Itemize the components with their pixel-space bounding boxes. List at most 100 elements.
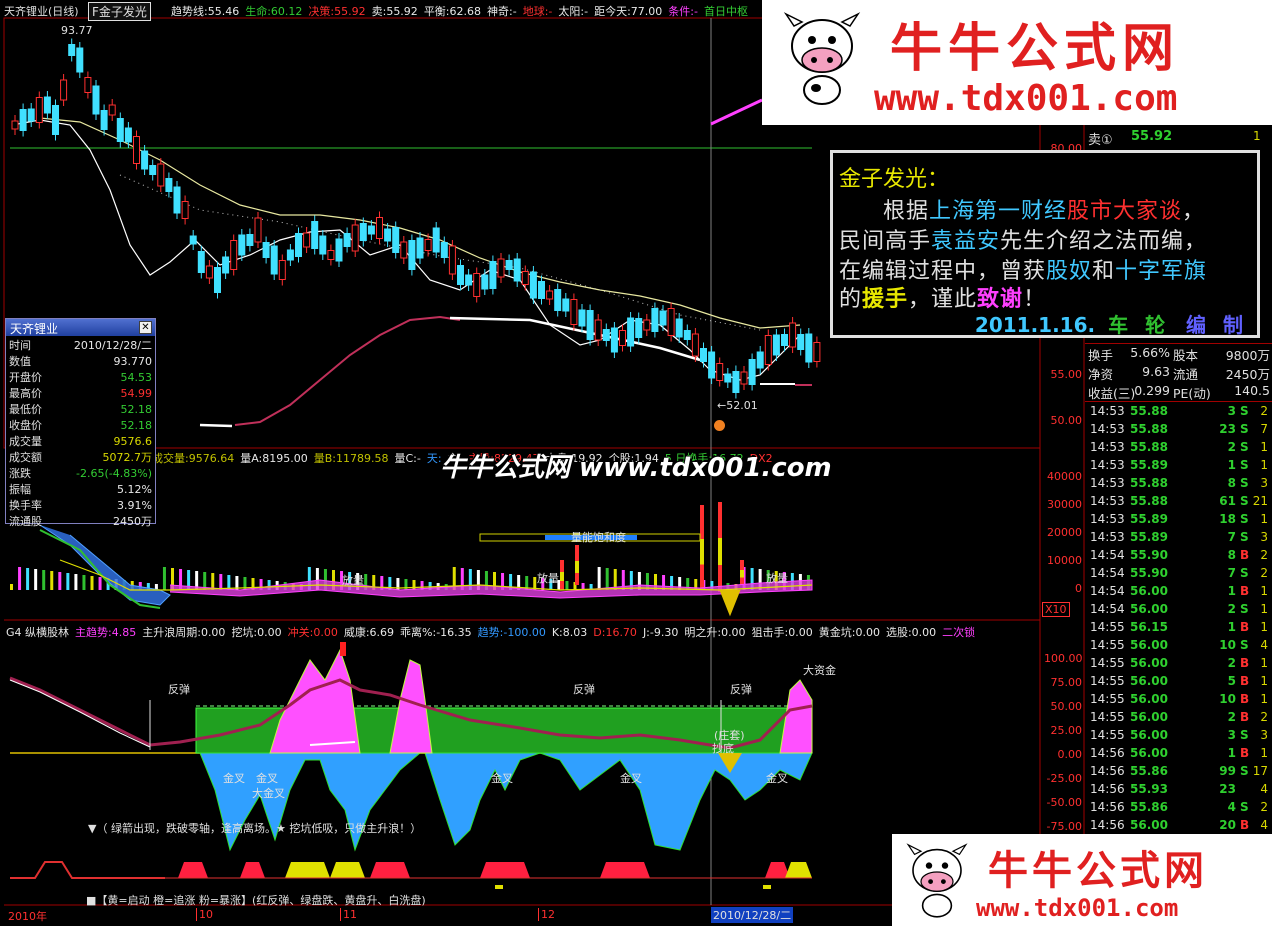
tick-v: 2 xyxy=(1227,656,1236,670)
candle-body xyxy=(797,334,805,350)
tick-row[interactable]: 14:53 55.88 2 S 1 xyxy=(1088,439,1270,457)
tick-row[interactable]: 14:54 56.00 2 S 1 xyxy=(1088,601,1270,619)
candle-body xyxy=(554,289,562,311)
candle-body xyxy=(740,371,748,385)
header-value: G4 纵横股林 xyxy=(6,626,70,639)
tick-f: B xyxy=(1240,746,1250,760)
tick-row[interactable]: 14:53 55.89 18 S 1 xyxy=(1088,511,1270,529)
candle-body xyxy=(732,371,740,393)
tick-row[interactable]: 14:53 55.89 7 S 3 xyxy=(1088,529,1270,547)
cow-mascot-icon xyxy=(782,8,862,108)
vol-down-spike xyxy=(719,589,741,617)
tick-row[interactable]: 14:56 55.86 99 S 17 xyxy=(1088,763,1270,781)
tick-p: 56.00 xyxy=(1130,692,1168,706)
tick-row[interactable]: 14:53 55.88 61 S 21 xyxy=(1088,493,1270,511)
volume-bar xyxy=(565,581,569,590)
volume-bar xyxy=(90,576,94,590)
header-value: 决策:55.92 xyxy=(308,5,366,18)
vol-y-tick: 0 xyxy=(1075,582,1082,595)
header-value: 距今天:77.00 xyxy=(594,5,663,18)
tick-f: B xyxy=(1240,548,1250,562)
candle-body xyxy=(667,308,675,336)
tick-f: S xyxy=(1240,512,1249,526)
tick-row[interactable]: 14:53 55.88 3 S 2 xyxy=(1088,403,1270,421)
x-label: 11 xyxy=(340,908,357,921)
tick-row[interactable]: 14:55 56.00 2 B 1 xyxy=(1088,655,1270,673)
tick-p: 55.90 xyxy=(1130,548,1168,562)
tick-row[interactable]: 14:55 56.00 10 S 4 xyxy=(1088,637,1270,655)
tick-v: 3 xyxy=(1227,728,1236,742)
data-info-window[interactable]: 天齐锂业 ✕ 时间 2010/12/28/二 数值 93.770 开盘价 54.53 最高价… xyxy=(5,318,156,528)
stat-value: 9.63 xyxy=(1142,364,1170,379)
tick-p: 55.89 xyxy=(1130,458,1168,472)
volume-bar xyxy=(82,575,86,590)
tick-f: B xyxy=(1240,710,1250,724)
tick-f: S xyxy=(1240,530,1249,544)
tick-n: 2 xyxy=(1260,800,1268,814)
tick-row[interactable]: 14:53 55.88 8 S 3 xyxy=(1088,475,1270,493)
tick-n: 2 xyxy=(1260,566,1268,580)
info-label: 振幅 xyxy=(9,483,31,496)
tick-f: B xyxy=(1240,620,1250,634)
tick-row[interactable]: 14:53 55.89 1 S 1 xyxy=(1088,457,1270,475)
tick-t: 14:56 xyxy=(1090,818,1125,832)
tick-row[interactable]: 14:56 55.86 4 S 2 xyxy=(1088,799,1270,817)
close-icon[interactable]: ✕ xyxy=(139,321,152,334)
vol-y-tick: 40000 xyxy=(1047,470,1082,483)
tick-n: 1 xyxy=(1260,656,1268,670)
tick-row[interactable]: 14:54 56.00 1 B 1 xyxy=(1088,583,1270,601)
header-value: 首日中枢 xyxy=(703,5,748,18)
candle-body xyxy=(52,105,59,135)
tick-n: 4 xyxy=(1260,818,1268,832)
candle-body xyxy=(805,333,813,363)
scale-label[interactable]: X10 xyxy=(1042,602,1070,617)
candle-body xyxy=(343,233,351,247)
tick-row[interactable]: 14:55 56.00 2 B 2 xyxy=(1088,709,1270,727)
blue-area xyxy=(424,752,813,851)
tick-row[interactable]: 14:54 55.90 8 B 2 xyxy=(1088,547,1270,565)
tick-p: 55.88 xyxy=(1130,476,1168,490)
watermark-logo-top: 牛牛公式网 www.tdx001.com xyxy=(762,0,1272,125)
candle-body xyxy=(222,256,230,274)
stat-value: 9800万 xyxy=(1225,348,1270,363)
stat-label: 收益(三) xyxy=(1088,386,1136,401)
signal-block xyxy=(785,862,812,878)
tick-row[interactable]: 14:55 56.15 1 B 1 xyxy=(1088,619,1270,637)
watermark-title: 牛牛公式网 xyxy=(988,848,1208,894)
tick-n: 2 xyxy=(1260,548,1268,562)
info-row: 涨跌 -2.65(-4.83%) xyxy=(6,465,155,481)
tick-row[interactable]: 14:55 56.00 5 B 1 xyxy=(1088,673,1270,691)
tick-row[interactable]: 14:56 56.00 1 B 1 xyxy=(1088,745,1270,763)
vol-annotation: 放量 xyxy=(537,572,559,585)
header-value: 成交量:9576.64 xyxy=(152,452,235,465)
tick-row[interactable]: 14:55 56.00 3 S 3 xyxy=(1088,727,1270,745)
tick-row[interactable]: 14:54 55.90 7 S 2 xyxy=(1088,565,1270,583)
tick-t: 14:55 xyxy=(1090,710,1125,724)
tick-row[interactable]: 14:55 56.00 10 B 1 xyxy=(1088,691,1270,709)
candle-body xyxy=(570,299,578,325)
big-gold-label: 大金叉 xyxy=(252,787,285,800)
tick-f: S xyxy=(1240,494,1249,508)
tick-v: 8 xyxy=(1227,476,1236,490)
tick-row[interactable]: 14:56 55.93 23 4 xyxy=(1088,781,1270,799)
info-titlebar[interactable]: 天齐锂业 ✕ xyxy=(6,319,155,336)
support-line xyxy=(199,423,233,428)
candle-body xyxy=(772,334,780,356)
candle-body xyxy=(278,260,286,280)
tick-n: 4 xyxy=(1260,638,1268,652)
stat-value: 140.5 xyxy=(1234,383,1270,398)
tick-row[interactable]: 14:53 55.88 23 S 7 xyxy=(1088,421,1270,439)
watermark-title: 牛牛公式网 xyxy=(890,19,1181,79)
candle-body xyxy=(586,310,594,340)
tick-row[interactable]: 14:56 56.00 20 B 4 xyxy=(1088,817,1270,835)
header-value: 黄金坑:0.00 xyxy=(818,626,880,639)
formula-selector[interactable]: F金子发光 xyxy=(88,2,151,21)
indicator-series xyxy=(9,642,813,852)
y-tick: 50.00 xyxy=(1050,414,1083,427)
indicator-header: G4 纵横股林 主趋势:4.85 主升浪周期:0.00 挖坑:0.00 冲关:0.00 威… xyxy=(6,624,981,640)
rebound-label: 反弹 xyxy=(730,683,752,696)
tick-n: 1 xyxy=(1260,746,1268,760)
info-row: 成交量 9576.6 xyxy=(6,433,155,449)
tick-v: 2 xyxy=(1227,710,1236,724)
stock-title[interactable]: 天齐锂业(日线) xyxy=(4,5,79,18)
